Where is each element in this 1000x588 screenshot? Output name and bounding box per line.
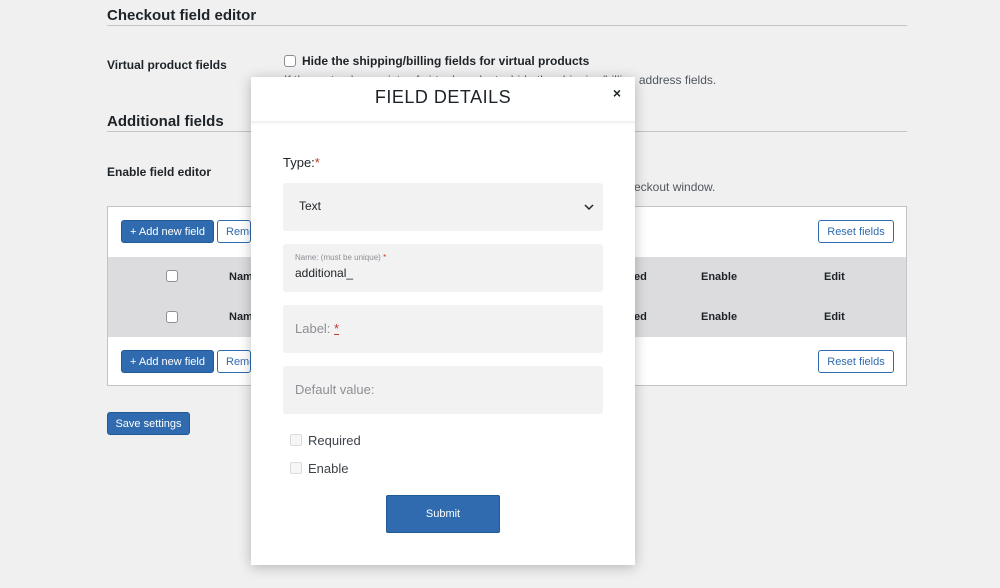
name-input[interactable]: Name: (must be unique) * additional_ (283, 244, 603, 292)
reset-fields-button-top[interactable]: Reset fields (818, 220, 894, 243)
label-input[interactable]: Label: * (283, 305, 603, 353)
required-checkbox[interactable] (290, 434, 302, 446)
submit-button[interactable]: Submit (386, 495, 500, 533)
default-value-input[interactable]: Default value: (283, 366, 603, 414)
section-title-additional-fields: Additional fields (107, 113, 224, 130)
enable-checkbox-label: Enable (308, 461, 349, 476)
table-footer-enable: Enable (701, 311, 738, 323)
save-settings-button[interactable]: Save settings (107, 412, 190, 435)
divider (107, 25, 907, 26)
name-input-label: Name: (must be unique) * (295, 253, 387, 262)
default-value-placeholder: Default value: (295, 382, 375, 397)
table-footer-checkbox[interactable] (166, 311, 178, 323)
name-input-value: additional_ (295, 266, 354, 280)
section-title-checkout-field-editor: Checkout field editor (107, 7, 257, 24)
close-icon[interactable]: × (613, 85, 621, 101)
chevron-down-icon (584, 204, 594, 211)
table-header-name: Nam (229, 271, 253, 283)
required-marker: * (314, 155, 320, 170)
field-details-modal: FIELD DETAILS × Type:* Text Name: (must … (251, 77, 635, 565)
reset-fields-button-bottom[interactable]: Reset fields (818, 350, 894, 373)
label-input-placeholder: Label: * (295, 321, 340, 336)
type-label: Type:* (283, 155, 320, 170)
enable-field-editor-label: Enable field editor (107, 165, 212, 179)
add-new-field-button-top[interactable]: + Add new field (121, 220, 214, 243)
required-checkbox-label: Required (308, 433, 361, 448)
remove-button-top[interactable]: Remo (217, 220, 251, 243)
table-footer-required: ed (634, 311, 647, 323)
table-footer-edit: Edit (824, 311, 845, 323)
add-new-field-button-bottom[interactable]: + Add new field (121, 350, 214, 373)
table-row-checkbox[interactable] (166, 270, 178, 282)
virtual-product-fields-label: Virtual product fields (107, 58, 227, 72)
table-header-enable: Enable (701, 271, 738, 283)
table-header-required: ed (634, 271, 647, 283)
type-select[interactable]: Text (283, 183, 603, 231)
table-footer-name: Nam (229, 311, 253, 323)
enable-field-editor-description: eckout window. (634, 180, 716, 194)
table-header-edit: Edit (824, 271, 845, 283)
type-select-value: Text (299, 199, 322, 213)
hide-virtual-fields-label: Hide the shipping/billing fields for vir… (302, 54, 590, 68)
enable-checkbox[interactable] (290, 462, 302, 474)
remove-button-bottom[interactable]: Remo (217, 350, 251, 373)
modal-header-divider (251, 121, 635, 125)
hide-virtual-fields-checkbox[interactable] (284, 55, 296, 67)
modal-title: FIELD DETAILS (374, 87, 512, 107)
